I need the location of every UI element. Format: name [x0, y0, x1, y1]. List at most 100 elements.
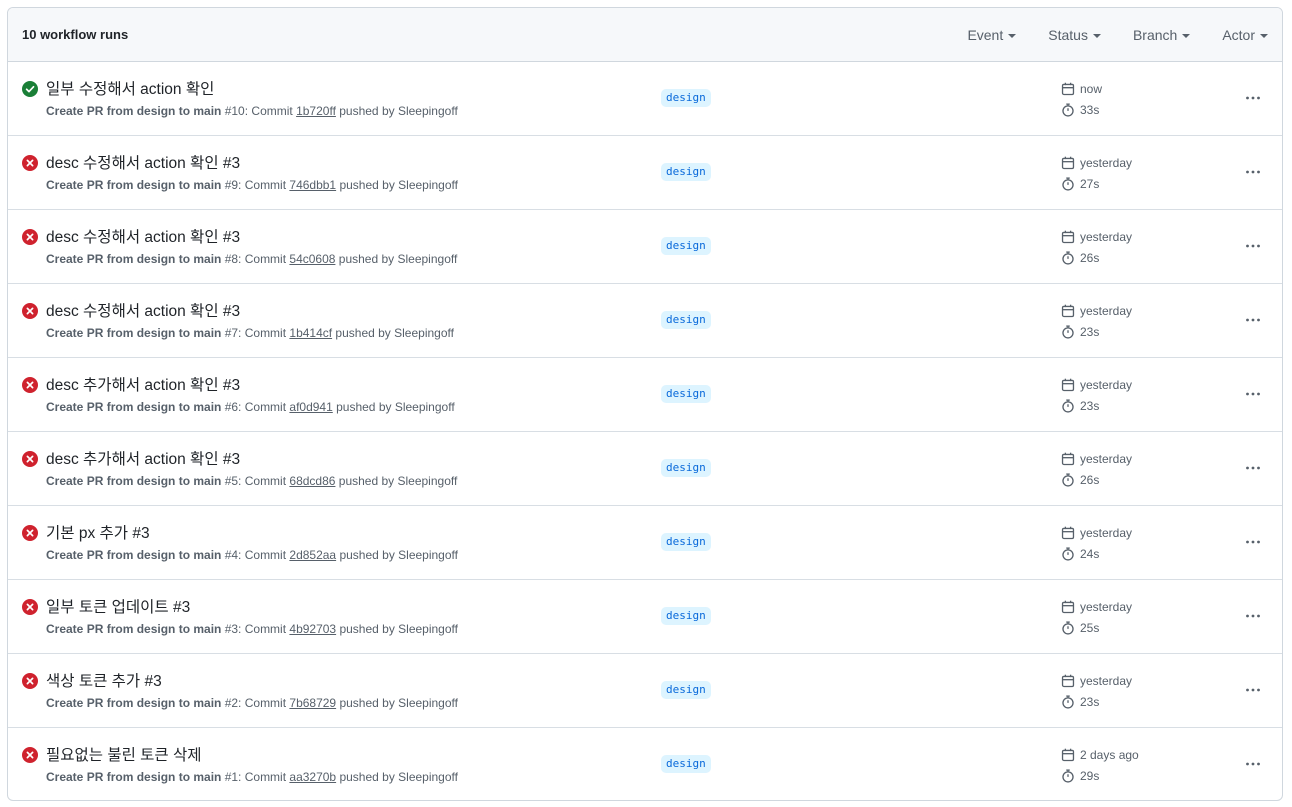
branch-label[interactable]: design: [661, 755, 711, 773]
stopwatch-icon: [1062, 177, 1074, 191]
run-title[interactable]: desc 추가해서 action 확인 #3: [46, 373, 240, 395]
run-title[interactable]: 필요없는 불린 토큰 삭제: [46, 743, 202, 765]
calendar-icon: [1061, 748, 1075, 762]
run-title[interactable]: 기본 px 추가 #3: [46, 521, 150, 543]
pushed-by: pushed by Sleepingoff: [336, 770, 458, 784]
kebab-horizontal-icon[interactable]: [1242, 162, 1264, 182]
run-date-text: yesterday: [1080, 230, 1133, 244]
pushed-by: pushed by Sleepingoff: [336, 178, 458, 192]
x-circle-icon: [22, 599, 38, 615]
run-duration-text: 23s: [1080, 325, 1100, 339]
run-title[interactable]: desc 추가해서 action 확인 #3: [46, 447, 240, 469]
x-circle-icon: [22, 747, 38, 763]
run-date-text: yesterday: [1080, 526, 1133, 540]
kebab-horizontal-icon[interactable]: [1242, 532, 1264, 552]
run-row: desc 추가해서 action 확인 #3 Create PR from de…: [8, 358, 1282, 432]
x-circle-icon: [22, 377, 38, 393]
calendar-icon: [1061, 230, 1075, 244]
commit-sha-link[interactable]: 1b414cf: [289, 326, 332, 340]
run-number: #7: Commit: [221, 326, 290, 340]
branch-label[interactable]: design: [661, 459, 711, 477]
kebab-horizontal-icon[interactable]: [1242, 754, 1264, 774]
calendar-icon: [1061, 600, 1075, 614]
workflow-name: Create PR from design to main: [46, 326, 222, 340]
run-meta: Create PR from design to main #6: Commit…: [46, 400, 455, 414]
run-duration: 24s: [1061, 547, 1099, 561]
workflow-name: Create PR from design to main: [46, 622, 222, 636]
pushed-by: pushed by Sleepingoff: [335, 252, 458, 266]
run-title[interactable]: 일부 수정해서 action 확인: [46, 77, 214, 99]
run-row: 기본 px 추가 #3 Create PR from design to mai…: [8, 506, 1282, 580]
calendar-icon: [1061, 304, 1075, 318]
commit-sha-link[interactable]: aa3270b: [289, 770, 336, 784]
kebab-horizontal-icon[interactable]: [1242, 680, 1264, 700]
run-row: desc 수정해서 action 확인 #3 Create PR from de…: [8, 284, 1282, 358]
run-meta: Create PR from design to main #10: Commi…: [46, 104, 458, 118]
run-duration-text: 29s: [1080, 769, 1100, 783]
run-duration: 27s: [1061, 177, 1099, 191]
kebab-horizontal-icon[interactable]: [1242, 310, 1264, 330]
pushed-by: pushed by Sleepingoff: [332, 400, 455, 414]
kebab-horizontal-icon[interactable]: [1242, 88, 1264, 108]
workflow-name: Create PR from design to main: [46, 400, 222, 414]
kebab-horizontal-icon[interactable]: [1242, 606, 1264, 626]
branch-label[interactable]: design: [661, 311, 711, 329]
kebab-horizontal-icon[interactable]: [1242, 458, 1264, 478]
commit-sha-link[interactable]: 746dbb1: [289, 178, 336, 192]
branch-label[interactable]: design: [661, 533, 711, 551]
run-date-text: yesterday: [1080, 156, 1133, 170]
kebab-horizontal-icon[interactable]: [1242, 236, 1264, 256]
branch-label[interactable]: design: [661, 89, 711, 107]
pushed-by: pushed by Sleepingoff: [335, 104, 458, 118]
filter-event[interactable]: Event: [967, 27, 1017, 43]
branch-label[interactable]: design: [661, 681, 711, 699]
calendar-icon: [1061, 452, 1075, 466]
run-number: #6: Commit: [221, 400, 290, 414]
x-circle-icon: [22, 451, 38, 467]
stopwatch-icon: [1062, 103, 1074, 117]
commit-sha-link[interactable]: af0d941: [289, 400, 332, 414]
branch-label[interactable]: design: [661, 163, 711, 181]
branch-label[interactable]: design: [661, 385, 711, 403]
run-title[interactable]: desc 수정해서 action 확인 #3: [46, 151, 240, 173]
branch-label[interactable]: design: [661, 237, 711, 255]
branch-label[interactable]: design: [661, 607, 711, 625]
filter-status[interactable]: Status: [1048, 27, 1101, 43]
filter-actor[interactable]: Actor: [1222, 27, 1268, 43]
filter-actor-label: Actor: [1222, 26, 1255, 43]
filter-branch[interactable]: Branch: [1132, 26, 1191, 43]
run-duration: 26s: [1061, 251, 1099, 265]
kebab-horizontal-icon[interactable]: [1242, 384, 1264, 404]
stopwatch-icon: [1062, 325, 1074, 339]
commit-sha-link[interactable]: 2d852aa: [289, 548, 336, 562]
run-date: yesterday: [1061, 600, 1132, 614]
calendar-icon: [1061, 526, 1075, 540]
run-date-text: yesterday: [1080, 600, 1133, 614]
run-date-text: now: [1080, 82, 1103, 96]
filter-branch-label: Branch: [1132, 26, 1178, 43]
commit-sha-link[interactable]: 54c0608: [289, 252, 335, 266]
workflow-name: Create PR from design to main: [46, 178, 222, 192]
run-row: desc 수정해서 action 확인 #3 Create PR from de…: [8, 210, 1282, 284]
run-title[interactable]: 색상 토큰 추가 #3: [46, 669, 162, 691]
filter-status-label: Status: [1048, 26, 1088, 43]
commit-sha-link[interactable]: 68dcd86: [289, 474, 335, 488]
run-title[interactable]: 일부 토큰 업데이트 #3: [46, 595, 190, 617]
run-number: #2: Commit: [221, 696, 290, 710]
stopwatch-icon: [1062, 399, 1074, 413]
run-number: #3: Commit: [221, 622, 290, 636]
run-duration-text: 33s: [1080, 103, 1100, 117]
run-title[interactable]: desc 수정해서 action 확인 #3: [46, 225, 240, 247]
commit-sha-link[interactable]: 7b68729: [289, 696, 336, 710]
commit-sha-link[interactable]: 4b92703: [289, 622, 336, 636]
run-date: yesterday: [1061, 674, 1132, 688]
calendar-icon: [1061, 674, 1075, 688]
stopwatch-icon: [1062, 473, 1074, 487]
run-duration: 25s: [1061, 621, 1099, 635]
run-count: 10 workflow runs: [22, 27, 129, 42]
run-title[interactable]: desc 수정해서 action 확인 #3: [46, 299, 240, 321]
run-date: 2 days ago: [1061, 748, 1139, 762]
run-date-text: 2 days ago: [1080, 748, 1139, 762]
commit-sha-link[interactable]: 1b720ff: [296, 104, 336, 118]
run-date: yesterday: [1061, 304, 1132, 318]
